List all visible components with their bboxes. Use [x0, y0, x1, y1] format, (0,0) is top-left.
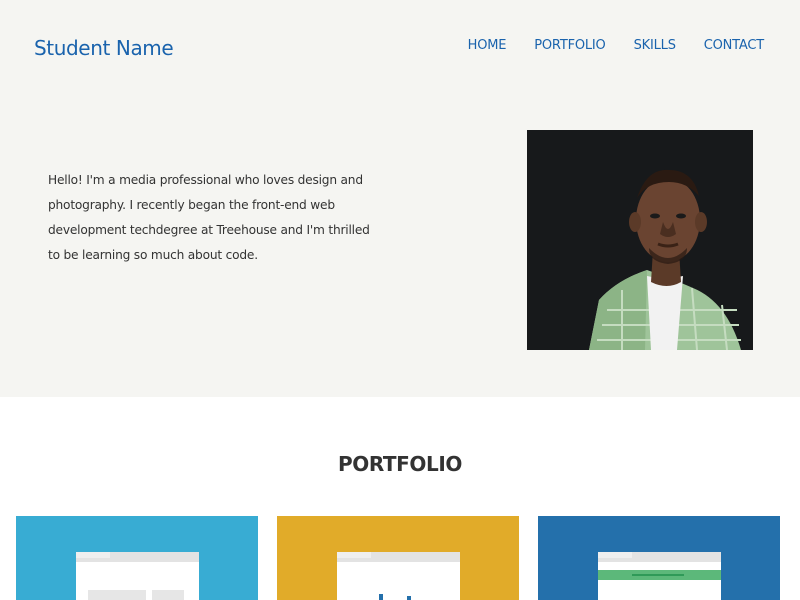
browser-bar [76, 552, 199, 562]
nav-portfolio[interactable]: PORTFOLIO [534, 38, 606, 53]
portfolio-heading: PORTFOLIO [337, 452, 463, 476]
browser-bar [337, 552, 460, 562]
site-title[interactable]: Student Name [34, 36, 174, 60]
portfolio-card-2[interactable] [277, 516, 519, 600]
nav-skills[interactable]: SKILLS [634, 38, 676, 53]
browser-bar [598, 552, 721, 562]
nav-contact[interactable]: CONTACT [704, 38, 764, 53]
main-nav: HOME PORTFOLIO SKILLS CONTACT [468, 38, 765, 53]
portfolio-card-1[interactable] [16, 516, 258, 600]
portfolio-card-3[interactable] [538, 516, 780, 600]
intro-text: Hello! I'm a media professional who love… [48, 173, 370, 262]
profile-photo [527, 130, 753, 350]
hero-section: Student Name HOME PORTFOLIO SKILLS CONTA… [0, 0, 800, 397]
portfolio-thumbnail-2 [337, 552, 460, 600]
portfolio-thumbnail-1 [76, 552, 199, 600]
nav-home[interactable]: HOME [468, 38, 507, 53]
portfolio-thumbnail-3 [598, 552, 721, 600]
profile-photo-illustration [527, 130, 753, 350]
